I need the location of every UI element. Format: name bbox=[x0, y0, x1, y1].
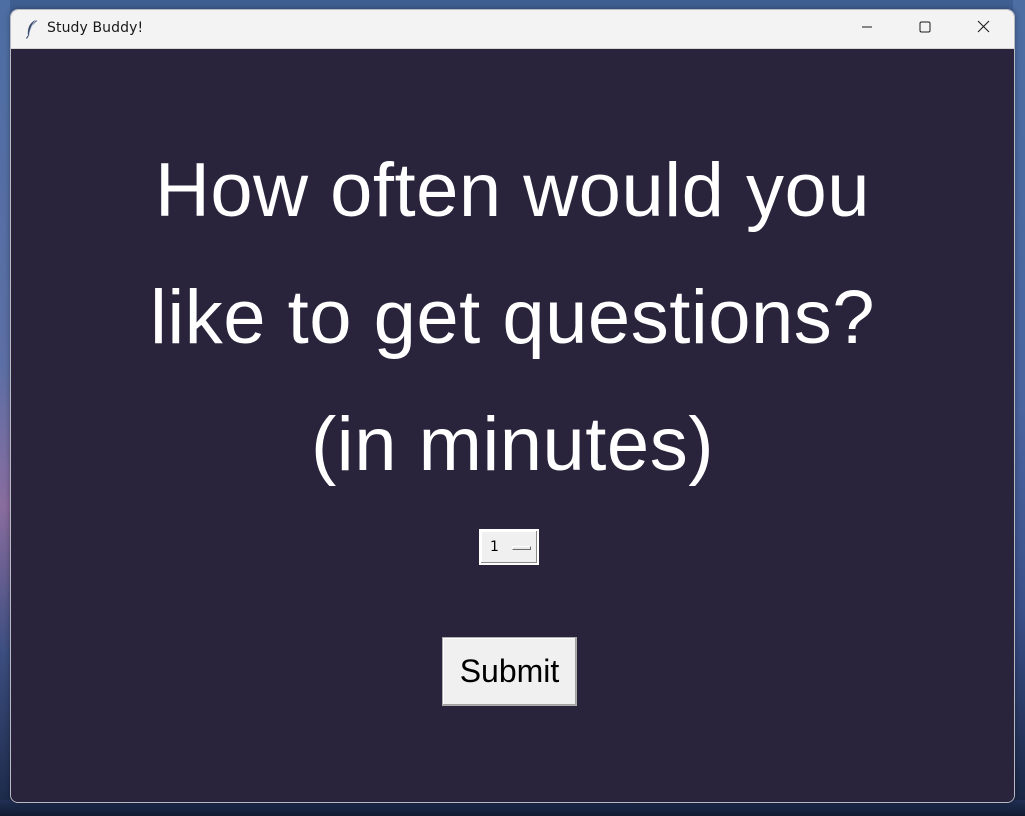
app-window: Study Buddy! How often would you like to… bbox=[10, 9, 1015, 803]
question-prompt: How often would you like to get question… bbox=[11, 127, 1014, 508]
maximize-button[interactable] bbox=[896, 10, 954, 48]
main-content: How often would you like to get question… bbox=[11, 49, 1014, 802]
window-title: Study Buddy! bbox=[47, 20, 144, 36]
dropdown-indicator-icon bbox=[512, 546, 531, 550]
question-line-1: How often would you bbox=[154, 148, 871, 233]
desktop-wallpaper-left bbox=[0, 0, 10, 816]
close-icon bbox=[977, 20, 990, 38]
question-line-3: (in minutes) bbox=[311, 402, 714, 487]
minimize-icon bbox=[861, 20, 873, 38]
maximize-icon bbox=[919, 20, 931, 38]
question-line-2: like to get questions? bbox=[149, 275, 876, 360]
interval-dropdown[interactable]: 1 bbox=[479, 529, 539, 565]
submit-button[interactable]: Submit bbox=[442, 637, 577, 706]
feather-icon bbox=[23, 19, 41, 39]
interval-dropdown-value: 1 bbox=[490, 539, 499, 555]
title-bar[interactable]: Study Buddy! bbox=[11, 10, 1014, 49]
minimize-button[interactable] bbox=[838, 10, 896, 48]
close-button[interactable] bbox=[954, 10, 1012, 48]
